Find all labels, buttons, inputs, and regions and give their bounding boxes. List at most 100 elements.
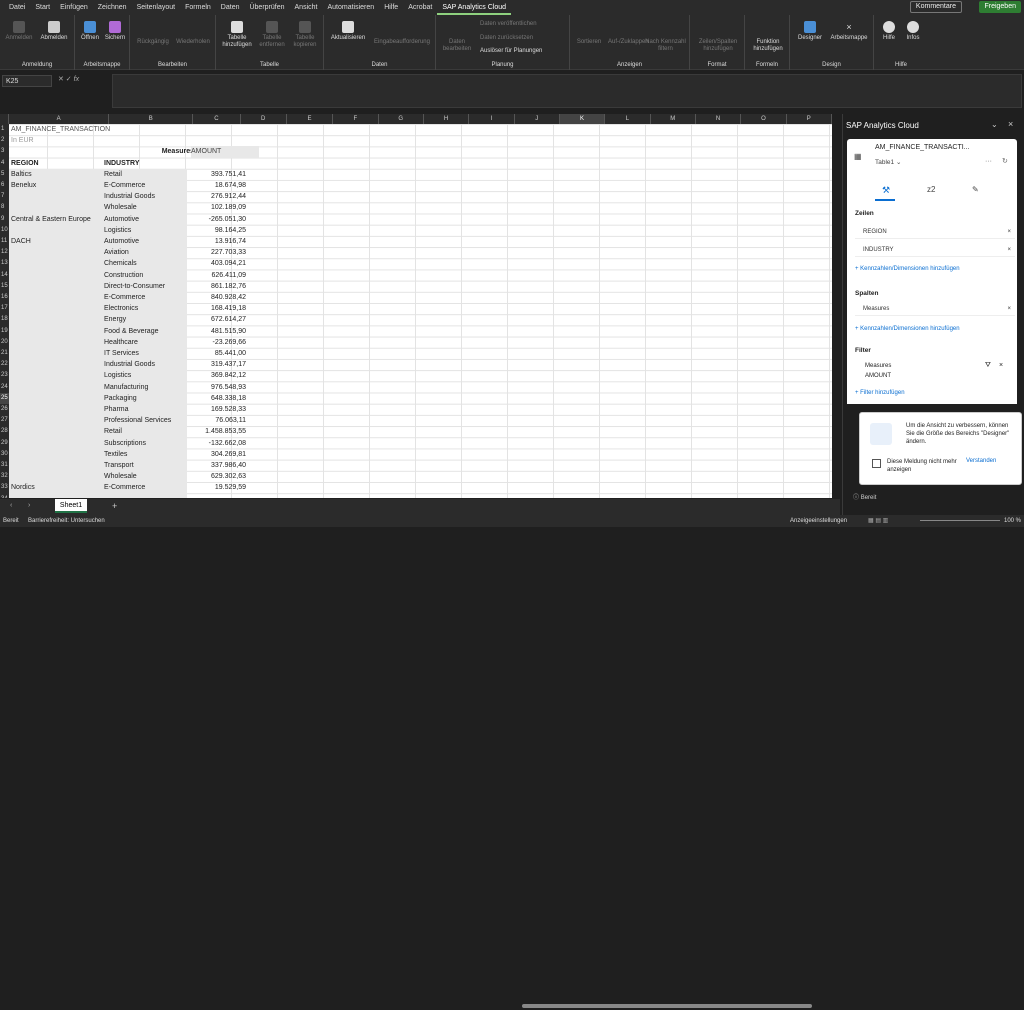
row-header[interactable]: 8 <box>0 202 9 214</box>
row-header[interactable]: 14 <box>0 269 9 281</box>
cell[interactable]: 1.458.853,55 <box>179 426 247 437</box>
cell[interactable]: Food & Beverage <box>104 326 158 337</box>
cell[interactable]: E-Commerce <box>104 482 145 493</box>
cell[interactable]: 626.411,09 <box>179 270 247 281</box>
cell[interactable]: 840.928,42 <box>179 292 247 303</box>
chip-measures[interactable]: Measures × <box>855 302 1015 316</box>
row-header[interactable]: 6 <box>0 180 9 192</box>
style-tab-icon[interactable]: ✎ <box>972 185 979 194</box>
column-header[interactable]: N <box>696 114 742 124</box>
cell[interactable]: 648.338,18 <box>179 393 247 404</box>
formula-input[interactable] <box>112 74 1022 108</box>
row-header[interactable]: 12 <box>0 247 9 259</box>
column-header[interactable]: C <box>193 114 241 124</box>
menu-item[interactable]: Automatisieren <box>322 0 379 15</box>
cell[interactable]: IT Services <box>104 348 139 359</box>
prev-sheet-icon[interactable]: ‹ <box>10 502 12 509</box>
more-icon[interactable]: ··· <box>985 158 992 165</box>
column-header[interactable]: I <box>469 114 515 124</box>
oeffnen-button[interactable]: Öffnen <box>79 21 101 42</box>
row-header[interactable]: 15 <box>0 280 9 292</box>
eingabeaufforderung-button[interactable]: Eingabeaufforderung <box>370 39 434 46</box>
cell[interactable]: -265.051,30 <box>179 214 247 225</box>
daten-veroeffentlichen-button[interactable]: Daten veröffentlichen <box>480 21 537 27</box>
cell[interactable]: -132.662,08 <box>179 438 247 449</box>
row-header[interactable]: 23 <box>0 370 9 382</box>
zeilen-header[interactable]: Zeilen <box>855 210 874 217</box>
table-selector[interactable]: Table1 ⌄ <box>875 158 901 166</box>
cell[interactable]: 276.912,44 <box>179 191 247 202</box>
wiederholen-button[interactable]: Wiederholen <box>172 39 214 46</box>
tabelle-kopieren-button[interactable]: Tabelle kopieren <box>289 21 321 49</box>
cell[interactable]: Logistics <box>104 225 131 236</box>
cell[interactable]: Healthcare <box>104 337 138 348</box>
cell[interactable]: 98.164,25 <box>179 225 247 236</box>
row-header[interactable]: 20 <box>0 336 9 348</box>
cell[interactable]: Packaging <box>104 393 137 404</box>
column-header[interactable]: E <box>287 114 334 124</box>
column-header[interactable]: B <box>109 114 194 124</box>
row-header[interactable]: 19 <box>0 325 9 337</box>
cell[interactable]: Benelux <box>11 180 36 191</box>
fx-icon[interactable]: ✕ ✓ fx <box>58 75 79 83</box>
row-header[interactable]: 30 <box>0 448 9 460</box>
arbeitsmappe-button[interactable]: × Arbeitsmappe <box>826 21 872 42</box>
cell[interactable]: Construction <box>104 270 143 281</box>
menu-item[interactable]: Start <box>30 0 55 15</box>
cell[interactable]: 629.302,63 <box>179 471 247 482</box>
row-header[interactable]: 29 <box>0 437 9 449</box>
row-header[interactable]: 34 <box>0 493 9 498</box>
add-dimension-link-2[interactable]: + Kennzahlen/Dimensionen hinzufügen <box>855 326 960 332</box>
anmelden-button[interactable]: Anmelden <box>4 21 34 42</box>
kommentare-button[interactable]: Kommentare <box>909 1 962 13</box>
chip-region[interactable]: REGION × <box>855 225 1015 239</box>
menu-item[interactable]: Ansicht <box>290 0 323 15</box>
column-header[interactable]: P <box>787 114 832 124</box>
chevron-down-icon[interactable]: ⌄ <box>991 120 998 129</box>
cell[interactable]: -23.269,66 <box>179 337 247 348</box>
menu-item[interactable]: Überprüfen <box>244 0 289 15</box>
menu-item[interactable]: Zeichnen <box>93 0 132 15</box>
add-filter-link[interactable]: + Filter hinzufügen <box>855 390 905 396</box>
cell[interactable]: 403.094,21 <box>179 258 247 269</box>
row-header[interactable]: 26 <box>0 404 9 416</box>
row-header[interactable]: 25 <box>0 392 9 404</box>
cell[interactable]: Pharma <box>104 404 129 415</box>
cell[interactable]: DACH <box>11 236 31 247</box>
cell[interactable]: Aviation <box>104 247 129 258</box>
tabelle-hinzufuegen-button[interactable]: Tabelle hinzufügen <box>220 21 254 49</box>
column-header[interactable]: D <box>241 114 287 124</box>
row-header[interactable]: 31 <box>0 460 9 472</box>
column-header[interactable]: G <box>379 114 424 124</box>
infos-button[interactable]: Infos <box>902 21 924 42</box>
remove-filter-icon[interactable]: × <box>999 362 1003 369</box>
cell[interactable]: Retail <box>104 426 122 437</box>
freigeben-button[interactable]: Freigeben <box>979 1 1021 13</box>
dont-show-checkbox[interactable] <box>872 459 881 468</box>
cell[interactable]: Logistics <box>104 370 131 381</box>
cell[interactable]: 19.529,59 <box>179 482 247 493</box>
abmelden-button[interactable]: Abmelden <box>37 21 71 42</box>
sichern-button[interactable]: Sichern <box>103 21 127 42</box>
zoom-slider[interactable] <box>920 520 1000 521</box>
cell[interactable]: 76.063,11 <box>179 415 247 426</box>
column-header[interactable]: K <box>559 114 606 124</box>
cell[interactable]: 393.751,41 <box>179 169 247 180</box>
cell[interactable]: 481.515,90 <box>179 326 247 337</box>
cell[interactable]: Automotive <box>104 214 139 225</box>
nach-kennzahl-filtern-button[interactable]: Nach Kennzahl filtern <box>643 39 688 53</box>
ausloeser-button[interactable]: Auslöser für Planungen <box>480 48 542 54</box>
cell[interactable]: AMOUNT <box>191 146 259 158</box>
cell[interactable]: 976.548,93 <box>179 382 247 393</box>
cell[interactable]: Industrial Goods <box>104 191 155 202</box>
menu-item[interactable]: Datei <box>4 0 30 15</box>
display-settings[interactable]: Anzeigeeinstellungen <box>790 515 847 527</box>
daten-zuruecksetzen-button[interactable]: Daten zurücksetzen <box>480 35 533 41</box>
verstanden-button[interactable]: Verstanden <box>966 458 996 464</box>
row-header[interactable]: 27 <box>0 415 9 427</box>
cell[interactable]: Manufacturing <box>104 382 148 393</box>
builder-tab-icon[interactable]: ⚒ <box>882 185 890 196</box>
cell[interactable]: 337.986,40 <box>179 460 247 471</box>
cell[interactable]: 168.419,18 <box>179 303 247 314</box>
menu-item[interactable]: Acrobat <box>403 0 437 15</box>
